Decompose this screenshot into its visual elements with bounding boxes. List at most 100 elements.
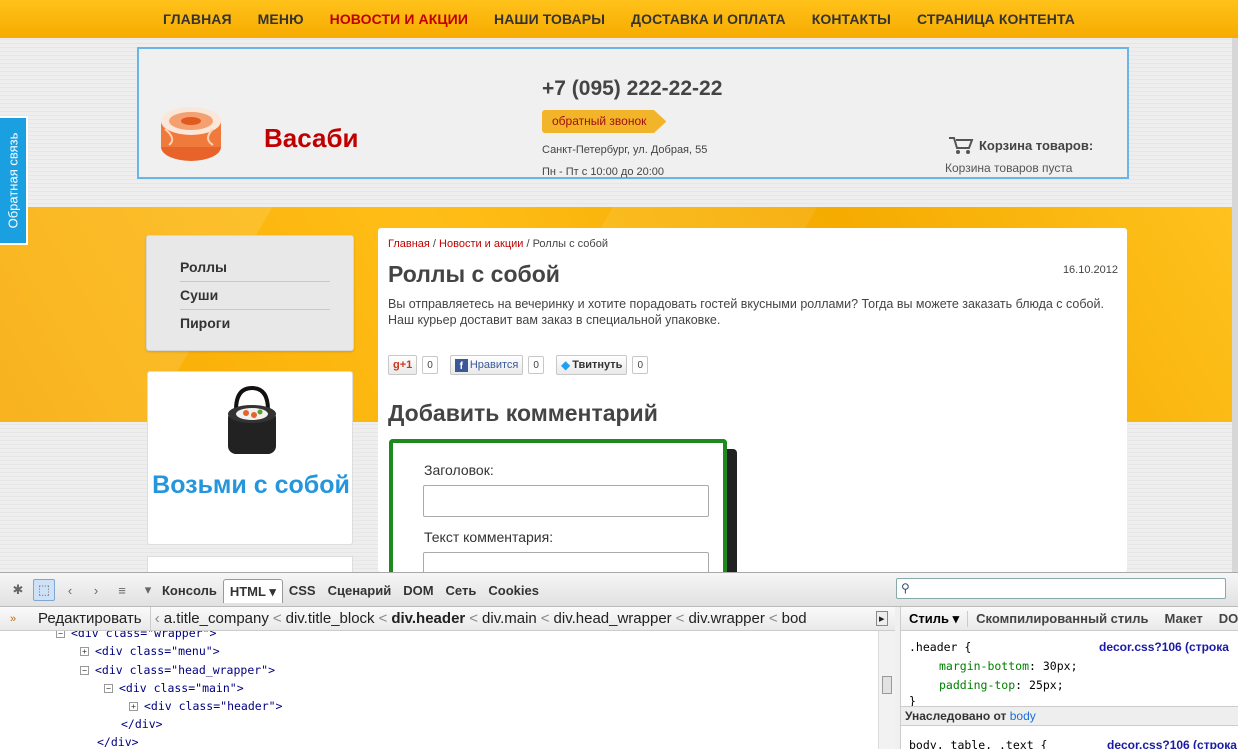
tree-node[interactable]: − <div class="head_wrapper"> — [80, 661, 275, 679]
sidebar-item-pies[interactable]: Пироги — [180, 315, 330, 337]
promo-banner[interactable]: Возьми с собой — [147, 371, 353, 545]
html-breadcrumbs: » Редактировать ‹ a.title_company < div.t… — [0, 607, 895, 631]
sidebar-item-rolls[interactable]: Роллы — [180, 259, 330, 282]
facebook-like-label: Нравится — [469, 359, 519, 371]
breadcrumb-home[interactable]: Главная — [388, 238, 430, 250]
facebook-like-button[interactable]: f Нравится 0 — [449, 355, 544, 375]
facebook-count: 0 — [528, 356, 544, 374]
breadcrumb-separator: / — [429, 238, 440, 250]
devtools-toolbar: ✱ ⬚ ‹ › ≡ ▾ Консоль HTML ▾ CSS Сценарий … — [0, 573, 1238, 607]
comment-form: Заголовок: Текст комментария: — [389, 439, 727, 584]
scroll-right-icon[interactable]: ▸ — [876, 611, 888, 626]
tree-node[interactable]: </div> — [97, 733, 139, 749]
tab-html[interactable]: HTML ▾ — [222, 579, 283, 603]
promo-text: Возьми с собой — [152, 471, 350, 499]
nav-item-contacts[interactable]: КОНТАКТЫ — [799, 11, 904, 27]
side-tab-computed[interactable]: Скомпилированный стиль — [968, 611, 1156, 626]
comment-title-label: Заголовок: — [424, 462, 494, 478]
nav-item-news[interactable]: НОВОСТИ И АКЦИИ — [317, 11, 481, 27]
gplus-button[interactable]: g +1 0 — [388, 355, 438, 375]
side-tabs: Стиль ▾ Скомпилированный стиль Макет DO — [901, 607, 1238, 631]
crumb-a-title-company[interactable]: a.title_company — [160, 610, 273, 627]
cart-title: Корзина товаров: — [979, 137, 1094, 153]
forward-arrow-icon[interactable]: › — [85, 579, 107, 601]
comment-title-input[interactable] — [423, 485, 709, 517]
sushi-roll-logo-icon[interactable] — [157, 101, 225, 163]
tweet-count: 0 — [632, 356, 649, 374]
edit-button[interactable]: Редактировать — [26, 607, 151, 630]
breadcrumb-separator: / — [523, 238, 533, 250]
nav-item-menu[interactable]: МЕНЮ — [245, 11, 317, 27]
tab-css[interactable]: CSS — [283, 579, 322, 603]
css-prop-margin-bottom[interactable]: margin-bottom: 30px; — [939, 659, 1078, 673]
nav-item-home[interactable]: ГЛАВНАЯ — [150, 11, 245, 27]
nav-item-content-page[interactable]: СТРАНИЦА КОНТЕНТА — [904, 11, 1088, 27]
article-title: Роллы с собой — [388, 261, 560, 287]
side-tab-layout[interactable]: Макет — [1157, 611, 1211, 626]
feedback-tab[interactable]: Обратная связь — [0, 116, 28, 245]
inspect-element-icon[interactable]: ⬚ — [33, 579, 55, 601]
working-hours: Пн - Пт с 10:00 до 20:00 — [542, 166, 665, 178]
social-buttons: g +1 0 f Нравится 0 ◆ Твитнуть 0 — [388, 355, 649, 375]
side-tab-dom[interactable]: DO — [1211, 611, 1238, 626]
css-selector-body[interactable]: body, table, .text { — [909, 738, 1047, 749]
back-arrow-icon[interactable]: ‹ — [59, 579, 81, 601]
css-source-link[interactable]: decor.css?106 (строка — [1099, 640, 1229, 654]
callback-button[interactable]: обратный звонок — [542, 110, 667, 133]
tree-scrollbar[interactable] — [878, 631, 895, 749]
crumb-separator: < — [768, 610, 778, 627]
tree-scrollbar-thumb[interactable] — [882, 676, 892, 694]
header: Васаби +7 (095) 222-22-22 обратный звоно… — [137, 47, 1129, 179]
nav-item-delivery[interactable]: ДОСТАВКА И ОПЛАТА — [618, 11, 799, 27]
css-selector[interactable]: .header { — [909, 640, 971, 654]
company-title[interactable]: Васаби — [264, 123, 359, 154]
crumb-div-title-block[interactable]: div.title_block — [282, 610, 379, 627]
tab-script[interactable]: Сценарий — [322, 579, 398, 603]
tab-dom[interactable]: DOM — [397, 579, 439, 603]
tab-console[interactable]: Консоль — [156, 579, 223, 603]
tab-network[interactable]: Сеть — [440, 579, 483, 603]
sidebar-item-sushi[interactable]: Суши — [180, 287, 330, 310]
tweet-button[interactable]: ◆ Твитнуть 0 — [555, 355, 649, 375]
cart-link[interactable]: Корзина товаров: — [947, 135, 1093, 155]
tab-cookies[interactable]: Cookies — [482, 579, 545, 603]
inherited-header: Унаследовано от body — [901, 706, 1238, 726]
crumb-div-main[interactable]: div.main — [478, 610, 541, 627]
devtools-search-input[interactable]: ⚲ — [896, 578, 1226, 599]
css-source-link-2[interactable]: decor.css?106 (строка — [1107, 738, 1237, 749]
comment-heading: Добавить комментарий — [388, 400, 658, 426]
style-side-panel: Стиль ▾ Скомпилированный стиль Макет DO … — [900, 607, 1238, 749]
expand-arrows-icon[interactable]: » — [10, 613, 16, 625]
crumb-div-head-wrapper[interactable]: div.head_wrapper — [550, 610, 676, 627]
tree-node[interactable]: − <div class="wrapper"> — [56, 631, 216, 642]
css-prop-padding-top[interactable]: padding-top: 25px; — [939, 678, 1064, 692]
tree-node[interactable]: + <div class="menu"> — [80, 642, 220, 660]
inherited-from-link[interactable]: body — [1010, 709, 1036, 723]
page-scrollbar[interactable] — [1232, 0, 1238, 572]
tree-node[interactable]: − <div class="main"> — [104, 679, 244, 697]
feedback-tab-label: Обратная связь — [5, 132, 21, 229]
firebug-bug-icon[interactable]: ✱ — [7, 579, 29, 601]
search-icon: ⚲ — [901, 581, 910, 595]
crumb-body[interactable]: bod — [778, 610, 811, 627]
tree-node-selected[interactable]: + <div class="header"> — [129, 697, 282, 715]
twitter-bird-icon: ◆ — [560, 358, 571, 372]
sidebar-block — [147, 556, 353, 572]
gplus-label: +1 — [399, 359, 413, 371]
menu-lines-icon[interactable]: ≡ — [111, 579, 133, 601]
breadcrumb: Главная / Новости и акции / Роллы с собо… — [388, 238, 608, 250]
breadcrumb-news[interactable]: Новости и акции — [439, 238, 523, 250]
crumb-div-wrapper[interactable]: div.wrapper — [684, 610, 768, 627]
breadcrumb-current: Роллы с собой — [532, 238, 608, 250]
nav-item-products[interactable]: НАШИ ТОВАРЫ — [481, 11, 618, 27]
tweet-label: Твитнуть — [572, 359, 623, 371]
crumb-div-header[interactable]: div.header — [387, 610, 469, 627]
side-tab-style[interactable]: Стиль ▾ — [901, 610, 969, 627]
cart-status: Корзина товаров пуста — [945, 161, 1073, 175]
address-text: Санкт-Петербург, ул. Добрая, 55 — [542, 144, 708, 156]
main-content: Главная / Новости и акции / Роллы с собо… — [378, 228, 1127, 584]
tree-node[interactable]: </div> — [121, 715, 163, 733]
top-menu: ГЛАВНАЯ МЕНЮ НОВОСТИ И АКЦИИ НАШИ ТОВАРЫ… — [0, 0, 1238, 38]
crumb-separator: < — [469, 610, 479, 627]
gplus-icon: g — [393, 359, 400, 371]
